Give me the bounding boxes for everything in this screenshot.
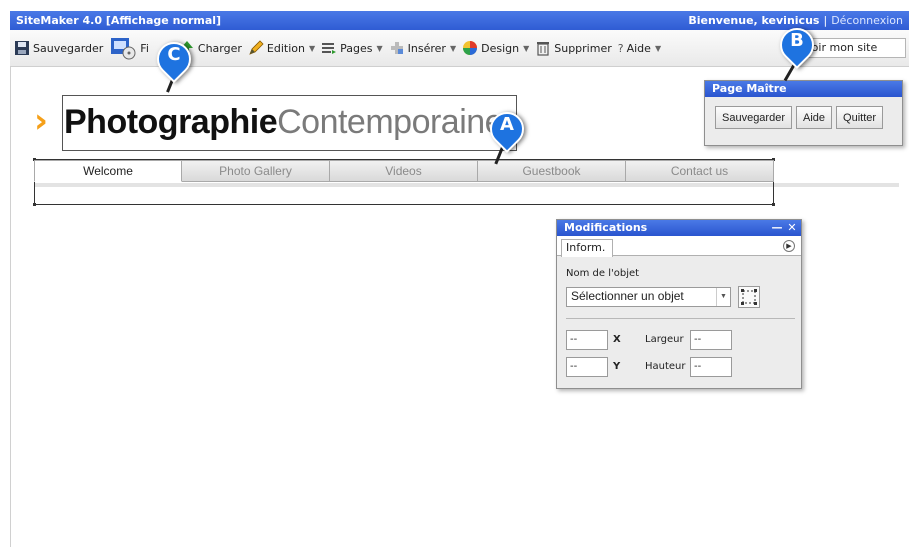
y-field[interactable]: -- xyxy=(566,357,608,377)
help-label: Aide xyxy=(626,41,651,55)
insert-menu[interactable]: Insérer ▼ xyxy=(389,40,456,56)
pencil-icon xyxy=(248,40,264,56)
pages-menu[interactable]: Pages ▼ xyxy=(321,40,383,56)
master-panel-title[interactable]: Page Maître xyxy=(705,81,902,97)
chevron-down-icon: ▼ xyxy=(376,43,383,53)
pages-label: Pages xyxy=(340,41,373,55)
floppy-disk-icon xyxy=(14,40,30,56)
play-circle-icon[interactable]: ▶ xyxy=(783,240,795,252)
logout-link[interactable]: Déconnexion xyxy=(831,14,903,27)
y-label: Y xyxy=(613,361,621,372)
height-field[interactable]: -- xyxy=(690,357,732,377)
delete-label: Supprimer xyxy=(554,41,612,55)
pages-list-icon xyxy=(321,40,337,56)
help-menu[interactable]: ? Aide ▼ xyxy=(618,42,661,55)
close-icon[interactable]: ✕ xyxy=(785,221,799,234)
x-label: X xyxy=(613,334,621,345)
modifications-panel: Modifications — ✕ Inform. ▶ Nom de l'obj… xyxy=(556,219,802,389)
site-logo[interactable]: PhotographieContemporaine xyxy=(64,102,504,142)
load-label: Charger xyxy=(197,41,242,55)
edit-label: Edition xyxy=(266,41,305,55)
title-separator: | xyxy=(823,14,828,27)
files-button[interactable]: Fi xyxy=(109,36,149,60)
logo-bold-text: Photographie xyxy=(64,103,278,141)
resize-handle[interactable] xyxy=(33,203,36,206)
delete-button[interactable]: Supprimer xyxy=(535,40,612,56)
callout-marker-a: A xyxy=(482,104,532,165)
object-select[interactable]: Sélectionner un objet ▼ xyxy=(566,287,731,307)
nav-tab-contact-us[interactable]: Contact us xyxy=(626,160,774,182)
select-object-icon[interactable] xyxy=(738,286,760,308)
main-toolbar: Sauvegarder Fi Charger Edition ▼ Pages ▼… xyxy=(10,30,909,67)
save-button[interactable]: Sauvegarder xyxy=(14,40,103,56)
site-nav-tabs: Welcome Photo Gallery Videos Guestbook C… xyxy=(34,160,774,182)
callout-letter-b: B xyxy=(790,30,804,51)
callout-letter-c: C xyxy=(167,44,181,65)
nav-tab-photo-gallery[interactable]: Photo Gallery xyxy=(182,160,330,182)
width-label: Largeur xyxy=(645,334,684,345)
callout-marker-b: B xyxy=(772,20,822,82)
tab-information[interactable]: Inform. xyxy=(561,239,613,257)
nav-tab-welcome[interactable]: Welcome xyxy=(34,160,182,182)
view-site-button[interactable]: Voir mon site xyxy=(800,38,906,58)
app-title-bar: SiteMaker 4.0 [Affichage normal] Bienven… xyxy=(10,11,909,30)
chevron-down-icon: ▼ xyxy=(523,43,530,53)
x-field[interactable]: -- xyxy=(566,330,608,350)
modifications-tabbar: Inform. ▶ xyxy=(557,236,801,257)
modifications-title: Modifications xyxy=(564,221,648,234)
editor-left-border xyxy=(10,67,11,547)
callout-marker-c: C xyxy=(149,34,199,93)
nav-tab-videos[interactable]: Videos xyxy=(330,160,478,182)
object-name-label: Nom de l'objet xyxy=(566,268,640,279)
chevron-down-icon: ▼ xyxy=(449,43,457,53)
save-label: Sauvegarder xyxy=(33,41,104,55)
master-quit-button[interactable]: Quitter xyxy=(836,106,884,129)
nav-tab-guestbook[interactable]: Guestbook xyxy=(478,160,626,182)
height-label: Hauteur xyxy=(645,361,686,372)
files-label: Fi xyxy=(140,41,149,55)
logo-chevron-icon: › xyxy=(34,101,49,141)
panel-divider xyxy=(566,318,795,319)
resize-handle[interactable] xyxy=(772,203,775,206)
chevron-down-icon: ▼ xyxy=(654,43,662,53)
minimize-icon[interactable]: — xyxy=(770,221,784,234)
color-palette-icon xyxy=(462,40,478,56)
master-save-button[interactable]: Sauvegarder xyxy=(715,106,792,129)
width-field[interactable]: -- xyxy=(690,330,732,350)
object-select-value: Sélectionner un objet xyxy=(571,289,684,303)
chevron-down-icon: ▼ xyxy=(716,288,730,306)
design-label: Design xyxy=(481,41,520,55)
design-menu[interactable]: Design ▼ xyxy=(462,40,529,56)
insert-label: Insérer xyxy=(407,41,446,55)
app-title: SiteMaker 4.0 [Affichage normal] xyxy=(16,14,222,27)
master-help-button[interactable]: Aide xyxy=(796,106,833,129)
question-icon: ? xyxy=(617,41,624,55)
trash-icon xyxy=(535,40,551,56)
edit-menu[interactable]: Edition ▼ xyxy=(248,40,315,56)
insert-icon xyxy=(389,40,405,56)
chevron-down-icon: ▼ xyxy=(308,43,316,53)
user-area: Bienvenue, kevinicus | Déconnexion xyxy=(688,14,903,27)
modifications-panel-header[interactable]: Modifications — ✕ xyxy=(557,220,801,236)
callout-letter-a: A xyxy=(500,114,514,135)
master-page-panel: Page Maître Sauvegarder Aide Quitter xyxy=(704,80,903,146)
welcome-text: Bienvenue, kevinicus xyxy=(688,14,820,27)
file-manager-icon xyxy=(109,36,137,60)
logo-light-text: Contemporaine xyxy=(277,103,504,141)
